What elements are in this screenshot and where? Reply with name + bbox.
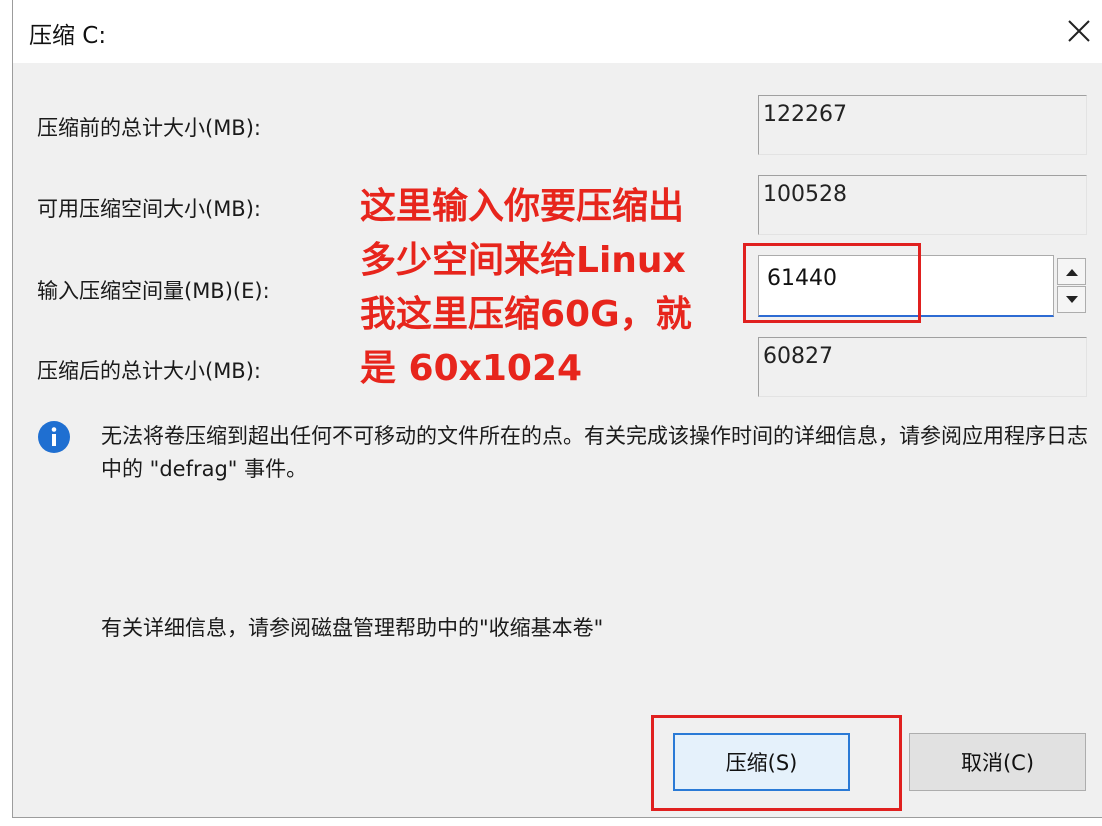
shrink-dialog: 压缩 C: 压缩前的总计大小(MB): 122267 可用压缩空间大小(MB):… (12, 0, 1102, 818)
total-before-value: 122267 (758, 95, 1087, 155)
help-message: 有关详细信息，请参阅磁盘管理帮助中的"收缩基本卷" (101, 616, 604, 640)
annotation-text: 这里输入你要压缩出 多少空间来给Linux 我这里压缩60G，就 是 60x10… (360, 186, 692, 389)
total-after-label: 压缩后的总计大小(MB): (37, 359, 261, 383)
title-bar: 压缩 C: (13, 0, 1102, 63)
shrink-amount-label: 输入压缩空间量(MB)(E): (37, 279, 270, 303)
cancel-button[interactable]: 取消(C) (909, 733, 1086, 791)
total-before-label: 压缩前的总计大小(MB): (37, 116, 261, 140)
available-value: 100528 (758, 175, 1087, 235)
arrow-up-icon (1065, 268, 1078, 276)
spin-down-button[interactable] (1057, 286, 1086, 313)
dialog-title: 压缩 C: (29, 23, 107, 49)
close-icon (1068, 20, 1090, 42)
spin-up-button[interactable] (1057, 258, 1086, 285)
available-label: 可用压缩空间大小(MB): (37, 197, 261, 221)
info-icon (38, 421, 70, 453)
info-message: 无法将卷压缩到超出任何不可移动的文件所在的点。有关完成该操作时间的详细信息，请参… (101, 424, 1088, 481)
total-after-value: 60827 (758, 337, 1087, 397)
close-button[interactable] (1056, 8, 1102, 54)
button-highlight-box (651, 715, 902, 811)
input-highlight-box (743, 243, 921, 323)
arrow-down-icon (1065, 295, 1078, 303)
